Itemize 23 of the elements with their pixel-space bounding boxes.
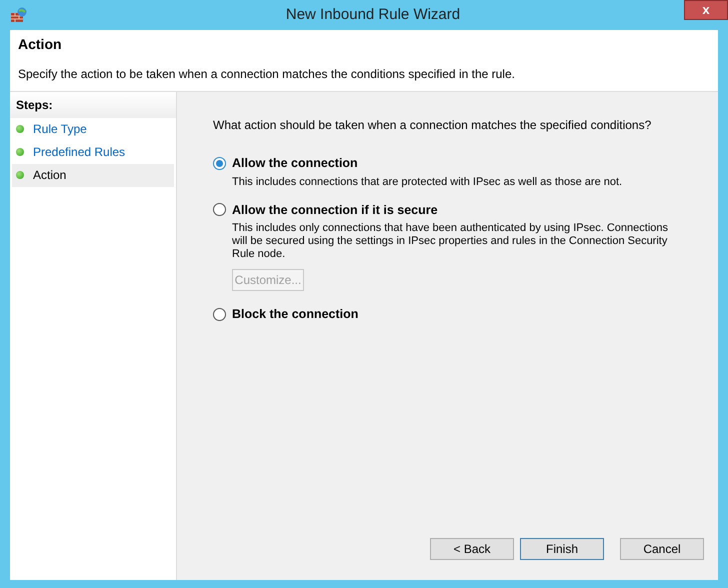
- step-item[interactable]: Predefined Rules: [12, 140, 174, 164]
- status-dot-icon: [16, 171, 24, 180]
- firewall-icon: [10, 7, 28, 23]
- step-item[interactable]: Rule Type: [12, 118, 174, 141]
- page-heading: Action: [18, 36, 63, 53]
- option-description: This includes connections that are protected with IPsec as well as those are not.: [232, 176, 624, 189]
- radio-button[interactable]: [213, 308, 226, 322]
- question-text: What action should be taken when a connection matches the specified conditions?: [213, 116, 652, 134]
- window-title: New Inbound Rule Wizard: [286, 4, 460, 25]
- dialog-button[interactable]: < Back: [430, 538, 514, 560]
- dialog-button[interactable]: Cancel: [620, 538, 704, 560]
- radio-button[interactable]: [213, 156, 226, 170]
- option-label[interactable]: Allow the connection if it is secure: [232, 200, 438, 220]
- option-label[interactable]: Allow the connection: [232, 154, 358, 173]
- close-button[interactable]: x: [684, 0, 728, 20]
- status-dot-icon: [16, 148, 24, 156]
- status-dot-icon: [16, 125, 24, 134]
- dialog-button[interactable]: Finish: [520, 538, 604, 560]
- option-label[interactable]: Block the connection: [232, 305, 358, 324]
- step-item[interactable]: Action: [12, 164, 174, 187]
- radio-button[interactable]: [213, 203, 226, 216]
- option-description: This includes only connections that have been authenticated by using IPsec. Connections will be secured using the settings in IPsec properties and rules in the Connection Security Rule node.: [232, 222, 669, 262]
- page-description: Specify the action to be taken when a connection matches the conditions specified in the rule.: [18, 66, 516, 83]
